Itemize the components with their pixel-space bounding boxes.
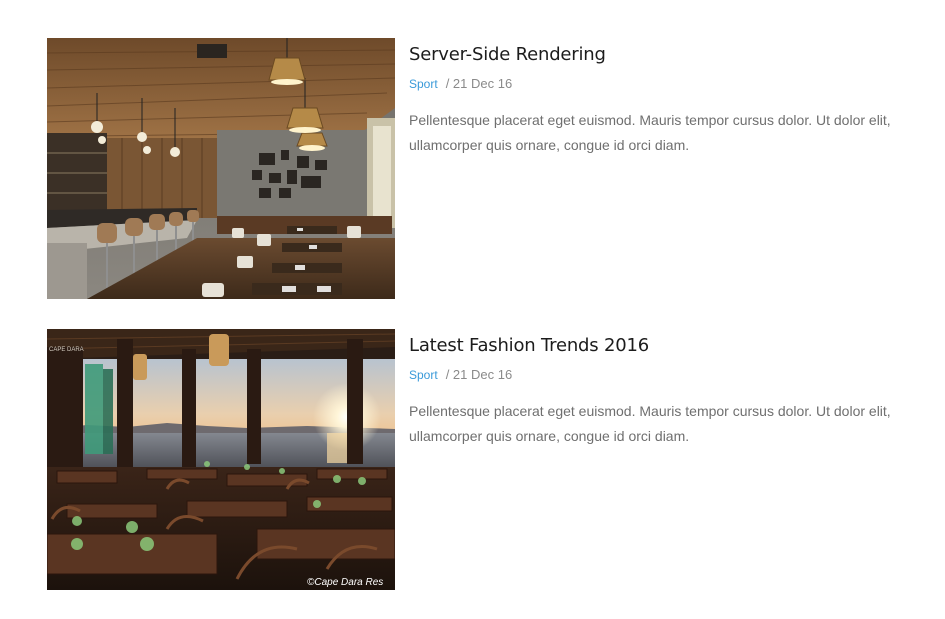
post-category-link[interactable]: Sport: [409, 77, 438, 91]
post-thumbnail[interactable]: [47, 38, 395, 299]
post-meta: Sport / 21 Dec 16: [409, 76, 929, 92]
blog-post: CAPE DARA ©Cape Dara Res Latest Fashion …: [47, 329, 927, 590]
meta-separator: /: [445, 367, 453, 382]
post-excerpt: Pellentesque placerat eget euismod. Maur…: [409, 403, 891, 444]
post-date: 21 Dec 16: [452, 76, 513, 91]
post-title[interactable]: Latest Fashion Trends 2016: [409, 329, 929, 358]
seaside-restaurant-photo: CAPE DARA ©Cape Dara Res: [47, 329, 395, 590]
post-body: Latest Fashion Trends 2016 Sport / 21 Dec…: [409, 329, 929, 449]
post-body: Server-Side Rendering Sport / 21 Dec 16 P…: [409, 38, 929, 158]
post-thumbnail[interactable]: CAPE DARA ©Cape Dara Res: [47, 329, 395, 590]
post-title[interactable]: Server-Side Rendering: [409, 38, 929, 67]
post-excerpt: Pellentesque placerat eget euismod. Maur…: [409, 112, 891, 153]
post-meta: Sport / 21 Dec 16: [409, 367, 929, 383]
meta-separator: /: [445, 76, 453, 91]
photo-watermark: ©Cape Dara Res: [307, 577, 383, 588]
photo-sign-text: CAPE DARA: [49, 347, 84, 353]
restaurant-interior-photo: [47, 38, 395, 299]
blog-post: Server-Side Rendering Sport / 21 Dec 16 P…: [47, 38, 927, 299]
post-category-link[interactable]: Sport: [409, 368, 438, 382]
post-date: 21 Dec 16: [452, 367, 513, 382]
